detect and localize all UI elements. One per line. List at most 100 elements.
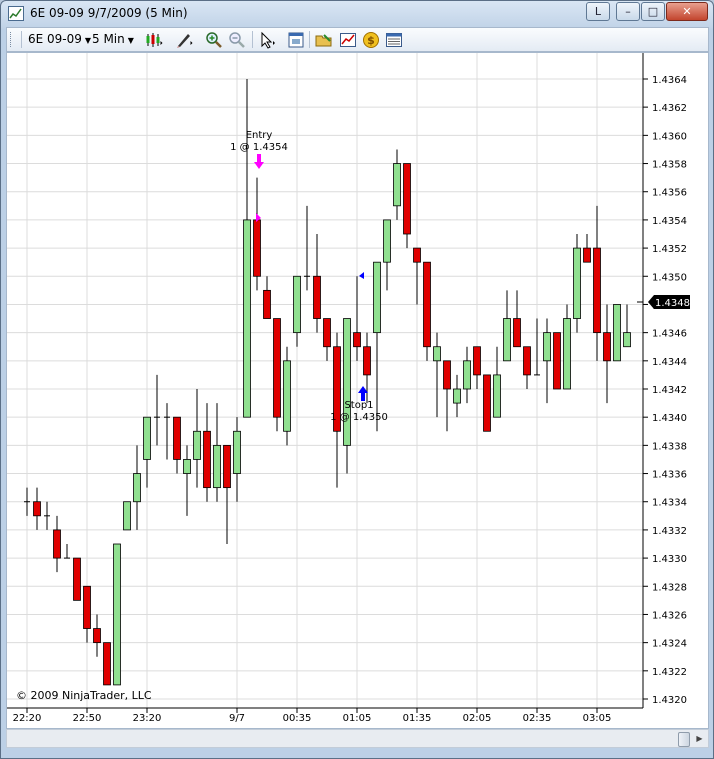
interval-label: 5 Min — [92, 32, 125, 46]
price-tick-label: 1.4354 — [652, 216, 687, 227]
current-price-tag: 1.4348 — [637, 295, 690, 309]
instrument-selector[interactable]: 6E 09-09 ▼ — [28, 32, 91, 46]
scroll-right-arrow-icon[interactable]: ▶ — [693, 732, 706, 745]
candle — [213, 403, 221, 502]
candle — [44, 501, 50, 530]
time-tick-label: 9/7 — [229, 713, 245, 724]
price-tick-label: 1.4338 — [652, 441, 687, 452]
candle-body-down — [223, 444, 231, 489]
price-tick-label: 1.4334 — [652, 498, 687, 509]
chart-grid — [7, 53, 643, 708]
price-tick-label: 1.4342 — [652, 385, 687, 396]
toolbar-grip[interactable] — [10, 32, 14, 47]
chart-app-icon — [8, 6, 24, 21]
time-tick-label: 22:20 — [13, 713, 42, 724]
price-tick-label: 1.4346 — [652, 329, 687, 340]
candle — [563, 304, 571, 390]
candle-body-down — [403, 163, 411, 235]
candle-body-up — [183, 459, 191, 474]
open-icon[interactable] — [315, 31, 333, 49]
price-tick-label: 1.4356 — [652, 188, 687, 199]
candle-body-down — [593, 247, 601, 334]
candle — [453, 374, 461, 418]
candle-body-up — [243, 219, 251, 418]
time-axis: 22:20 22:50 23:20 9/7 00:35 01:05 01:35 02:05 02… — [13, 708, 611, 724]
interval-selector[interactable]: 5 Min ▼ — [92, 32, 134, 46]
candle — [193, 389, 201, 488]
stop-level-marker-icon — [359, 272, 364, 279]
order-entry-icon[interactable]: $ — [362, 31, 380, 49]
candle-body-up — [383, 219, 391, 263]
time-tick-label: 01:35 — [403, 713, 432, 724]
help-button[interactable]: L — [586, 2, 610, 21]
horizontal-scrollbar[interactable]: ▶ — [6, 729, 709, 748]
price-tick-label: 1.4358 — [652, 160, 687, 171]
chart-properties-icon[interactable] — [339, 31, 357, 49]
candle — [24, 487, 30, 516]
cursor-icon[interactable] — [259, 31, 277, 49]
data-box-icon[interactable] — [287, 31, 305, 49]
data-table-icon[interactable] — [385, 31, 403, 49]
candle — [553, 332, 561, 390]
stop-marker-title: Stop1 — [344, 400, 373, 411]
drawing-tools-icon[interactable] — [175, 31, 193, 49]
window-title: 6E 09-09 9/7/2009 (5 Min) — [30, 6, 188, 20]
candle-body-up — [143, 416, 151, 460]
candle — [573, 234, 581, 333]
title-bar[interactable]: 6E 09-09 9/7/2009 (5 Min) L – □ ✕ — [1, 1, 713, 25]
candle-body-down — [313, 275, 321, 319]
candle — [353, 276, 361, 361]
maximize-button[interactable]: □ — [641, 2, 665, 21]
candle — [513, 290, 521, 348]
price-tick-label: 1.4364 — [652, 75, 687, 86]
candle-body-down — [363, 346, 371, 376]
candle — [164, 403, 170, 460]
price-tick-label: 1.4330 — [652, 554, 687, 565]
candle — [203, 403, 211, 502]
candle — [473, 346, 481, 389]
candle-body-down — [83, 585, 91, 629]
candle-body-up — [543, 332, 551, 362]
close-button[interactable]: ✕ — [666, 2, 708, 21]
candle-body-up — [573, 247, 581, 319]
chart-window: 6E 09-09 9/7/2009 (5 Min) L – □ ✕ 6E 09-… — [0, 0, 714, 759]
minimize-button[interactable]: – — [616, 2, 640, 21]
candle — [593, 205, 601, 361]
toolbar-separator — [252, 31, 253, 48]
scrollbar-thumb[interactable] — [678, 732, 690, 747]
candle-body-up — [193, 430, 201, 460]
candle-body-down — [323, 318, 331, 348]
candle-body-down — [93, 628, 101, 644]
candle — [383, 219, 391, 291]
bar-type-icon[interactable] — [145, 31, 163, 49]
zoom-in-icon[interactable] — [205, 31, 223, 49]
price-tick-label: 1.4350 — [652, 272, 687, 283]
candle-body-down — [253, 219, 261, 277]
candlestick-series — [24, 79, 631, 686]
price-chart[interactable]: 1.4364 1.4362 1.4360 1.4358 1.4356 1.4354 1.43… — [7, 53, 708, 728]
candle — [83, 585, 91, 643]
candle-body-up — [503, 318, 511, 362]
price-tick-label: 1.4362 — [652, 103, 687, 114]
candle — [173, 416, 181, 474]
candle — [463, 346, 471, 404]
candle-body-down — [483, 374, 491, 432]
candle-body-up — [493, 374, 501, 418]
candle — [253, 177, 261, 291]
candle — [373, 261, 381, 432]
price-tick-label: 1.4360 — [652, 131, 687, 142]
candle — [483, 374, 491, 432]
candle — [133, 445, 141, 530]
candle — [603, 304, 611, 404]
candle-body-up — [463, 360, 471, 390]
candle-body-down — [263, 289, 271, 319]
candle-body-up — [123, 501, 131, 531]
candle — [154, 374, 160, 446]
chart-panel[interactable]: 1.4364 1.4362 1.4360 1.4358 1.4356 1.4354 1.43… — [6, 52, 709, 729]
zoom-out-icon[interactable] — [228, 31, 246, 49]
candle — [53, 515, 61, 573]
candle — [113, 543, 121, 686]
price-tick-label: 1.4322 — [652, 667, 687, 678]
candle — [233, 417, 241, 502]
candle — [613, 304, 621, 362]
